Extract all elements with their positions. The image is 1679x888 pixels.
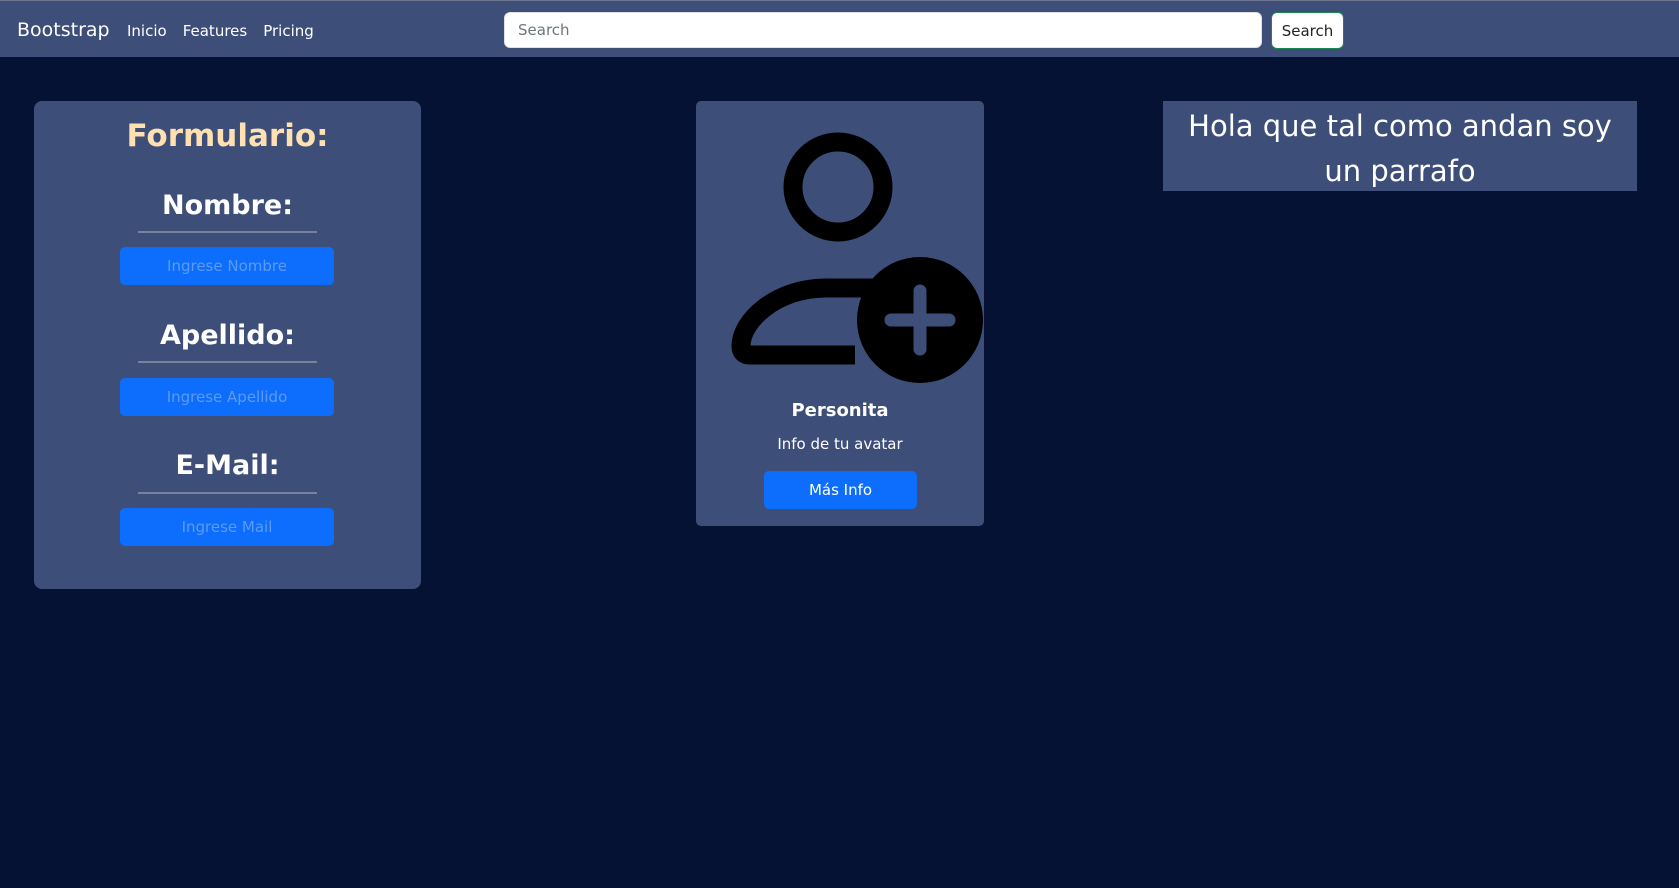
avatar-name: Personita — [791, 400, 889, 421]
email-divider — [138, 492, 317, 494]
navbar: Bootstrap Inicio Features Pricing Search — [0, 1, 1679, 57]
apellido-divider — [138, 361, 317, 363]
nav-link-pricing[interactable]: Pricing — [263, 20, 314, 42]
paragraph-box: Hola que tal como andan soy un parrafo — [1163, 101, 1637, 191]
navbar-brand[interactable]: Bootstrap — [17, 18, 110, 42]
apellido-input[interactable] — [120, 378, 334, 416]
form-card: Formulario: Nombre: Apellido: E-Mail: — [34, 101, 421, 589]
avatar-info: Info de tu avatar — [777, 435, 903, 453]
nav-link-features[interactable]: Features — [183, 20, 248, 42]
search-input[interactable] — [504, 12, 1262, 48]
nombre-label: Nombre: — [161, 190, 294, 221]
nav-links: Inicio Features Pricing — [127, 20, 330, 42]
nombre-input[interactable] — [120, 247, 334, 285]
avatar-card: Personita Info de tu avatar Más Info — [696, 101, 984, 526]
email-input[interactable] — [120, 508, 334, 546]
person-add-icon — [731, 132, 983, 383]
more-info-button[interactable]: Más Info — [764, 471, 917, 509]
email-label: E-Mail: — [175, 450, 280, 481]
paragraph-text: Hola que tal como andan soy un parrafo — [1188, 109, 1612, 188]
nav-link-inicio[interactable]: Inicio — [127, 20, 167, 42]
nombre-divider — [138, 231, 317, 233]
apellido-label: Apellido: — [160, 320, 295, 351]
form-title: Formulario: — [126, 118, 329, 154]
search-button[interactable]: Search — [1271, 12, 1344, 49]
